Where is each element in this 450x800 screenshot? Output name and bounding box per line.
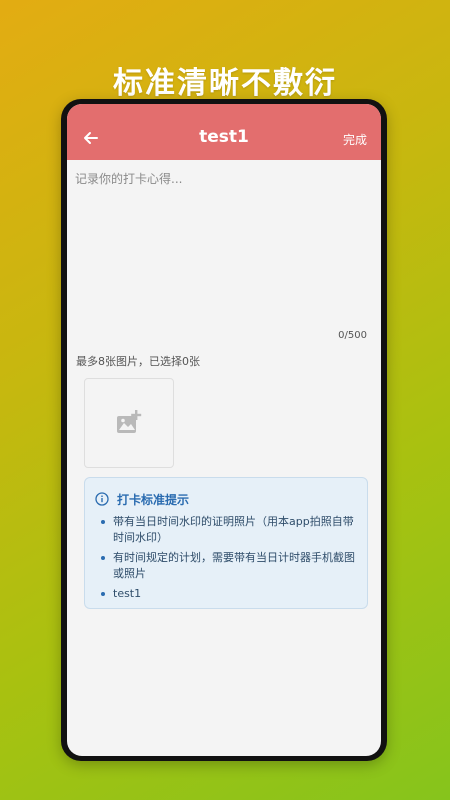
bullet-dot	[101, 520, 105, 524]
tip-text: test1	[113, 587, 142, 600]
add-photo-button[interactable]	[84, 378, 174, 468]
add-photo-icon	[117, 410, 142, 433]
app-screen: test1 完成 0/500 最多8张图片，已选择0张	[67, 104, 381, 756]
done-button[interactable]: 完成	[343, 131, 367, 148]
note-section: 0/500	[67, 160, 381, 347]
tip-item: 有时间规定的计划，需要带有当日计时器手机截图或照片	[101, 550, 357, 582]
status-bar	[67, 104, 381, 116]
tip-item: test1	[101, 586, 357, 602]
note-input[interactable]	[75, 170, 365, 320]
photo-limit-hint: 最多8张图片，已选择0张	[76, 355, 200, 368]
page-title: test1	[199, 127, 249, 147]
tip-item: 带有当日时间水印的证明照片（用本app拍照自带时间水印）	[101, 514, 357, 546]
phone-frame: test1 完成 0/500 最多8张图片，已选择0张	[61, 99, 387, 761]
char-counter: 0/500	[338, 330, 367, 341]
checkin-standard-tips: 打卡标准提示 带有当日时间水印的证明照片（用本app拍照自带时间水印） 有时间规…	[84, 477, 368, 609]
app-header: test1 完成	[67, 116, 381, 160]
tips-title: 打卡标准提示	[117, 493, 190, 507]
tip-text: 有时间规定的计划，需要带有当日计时器手机截图或照片	[113, 551, 355, 580]
promo-headline: 标准清晰不敷衍	[113, 66, 337, 101]
bullet-dot	[101, 556, 105, 560]
bullet-dot	[101, 592, 105, 596]
info-icon	[95, 492, 109, 506]
tips-list: 带有当日时间水印的证明照片（用本app拍照自带时间水印） 有时间规定的计划，需要…	[101, 514, 357, 606]
tip-text: 带有当日时间水印的证明照片（用本app拍照自带时间水印）	[113, 515, 354, 544]
